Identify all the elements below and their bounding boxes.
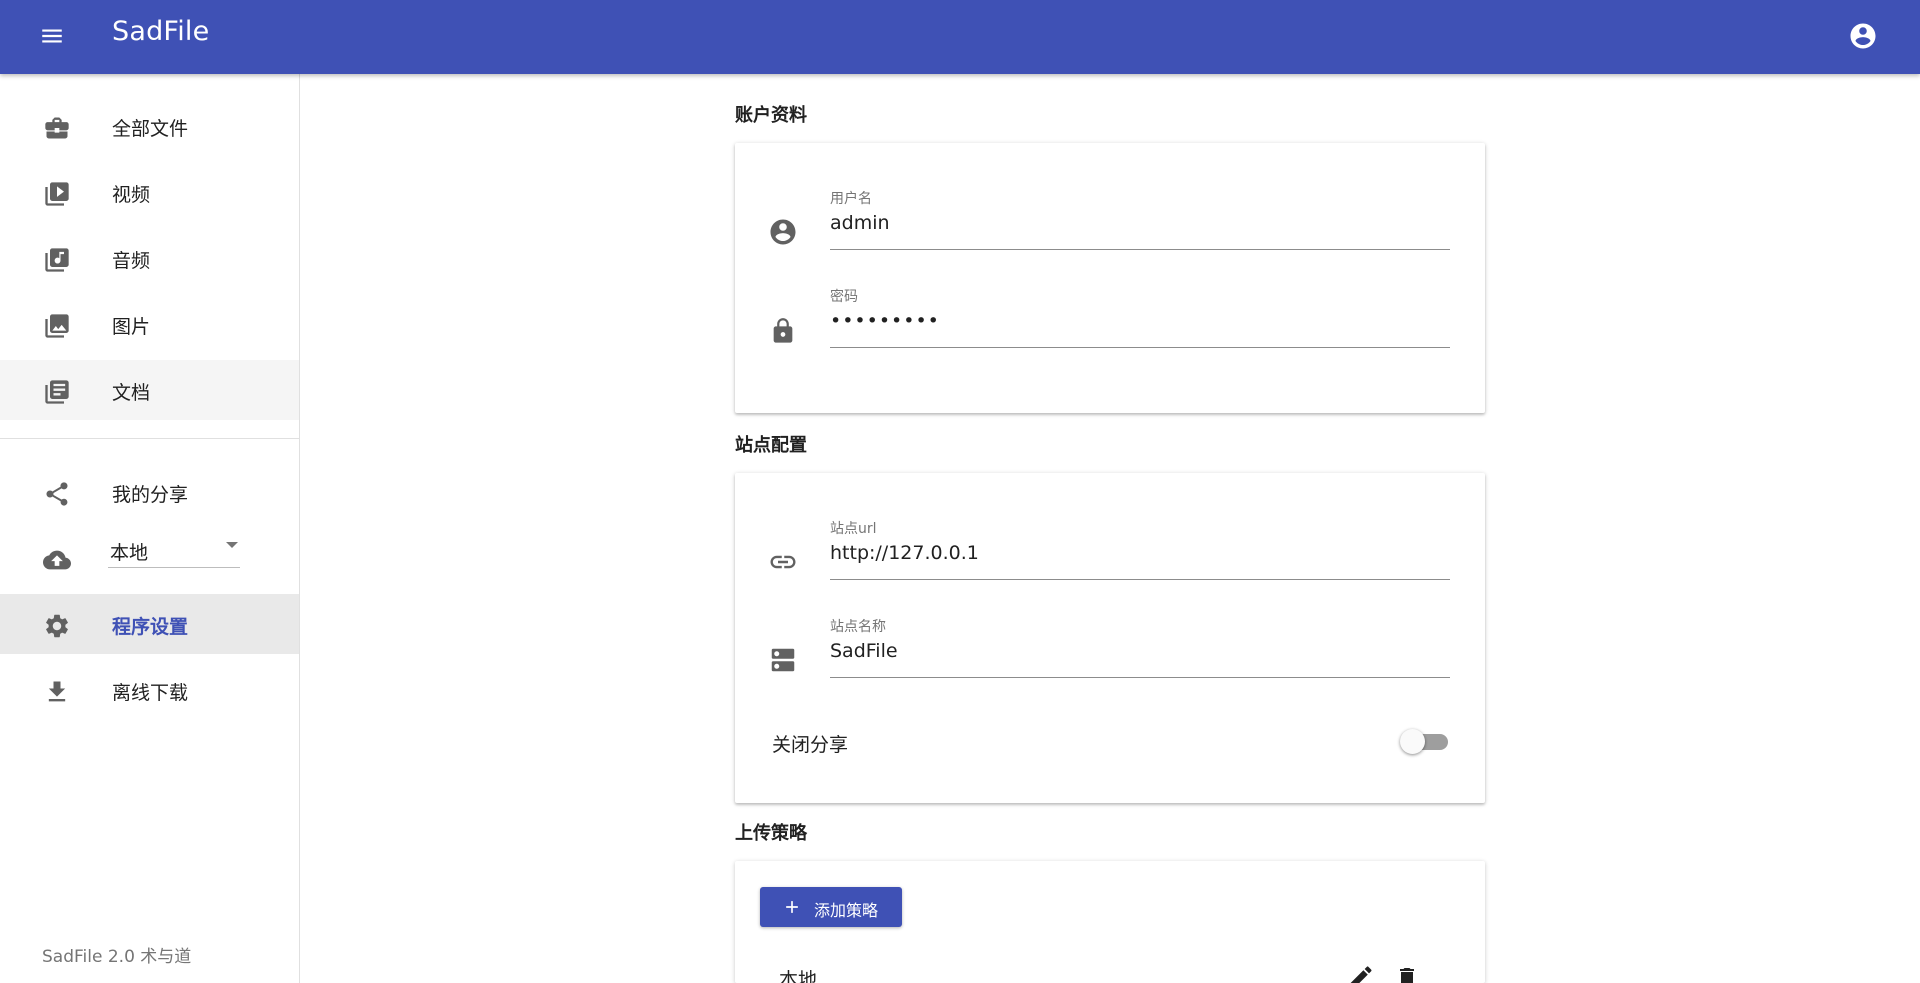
share-icon [43,480,71,508]
account-section-title: 账户资料 [735,105,807,126]
menu-icon [42,29,62,43]
site-url-value: http://127.0.0.1 [830,542,979,564]
username-label: 用户名 [830,191,872,207]
account-circle-icon [1850,23,1876,49]
sidebar-item-audio[interactable]: 音频 [0,228,299,288]
sidebar-item-label: 文档 [112,382,151,404]
site-url-label: 站点url [830,521,877,537]
sidebar-item-images[interactable]: 图片 [0,294,299,354]
plus-icon [786,901,798,913]
password-label: 密码 [830,289,858,305]
upload-section-title: 上传策略 [735,823,807,844]
storage-select[interactable]: 本地 [108,528,240,568]
toggle-thumb [1400,729,1425,754]
upload-card: 添加策略 本地 [735,861,1485,983]
document-library-icon [43,378,71,406]
disable-share-label: 关闭分享 [772,734,849,756]
sidebar-item-label: 音频 [112,250,151,272]
cloud-upload-icon [43,546,71,574]
account-card: 用户名 admin 密码 ••••••••• [735,143,1485,413]
music-library-icon [43,246,71,274]
lock-icon [768,316,798,346]
sidebar: 全部文件 视频 音频 图片 文档 我的分享 本地 程序设置 离线下载 SadFi… [0,74,300,983]
password-value: ••••••••• [830,310,940,332]
menu-button[interactable] [36,20,68,52]
caret-down-icon [226,542,238,548]
account-button[interactable] [1846,19,1880,53]
server-icon [768,645,798,675]
download-icon [43,678,71,706]
site-section-title: 站点配置 [735,435,807,456]
app-bar: SadFile [0,0,1920,74]
sidebar-item-label: 离线下载 [112,682,189,704]
sidebar-item-settings[interactable]: 程序设置 [0,594,299,654]
sidebar-item-label: 我的分享 [112,484,189,506]
sidebar-item-offline-download[interactable]: 离线下载 [0,660,299,720]
sidebar-item-label: 全部文件 [112,118,189,140]
sidebar-item-all-files[interactable]: 全部文件 [0,96,299,156]
username-value: admin [830,212,890,234]
username-field[interactable]: 用户名 admin [830,188,1450,250]
sidebar-item-documents[interactable]: 文档 [0,360,299,420]
password-field[interactable]: 密码 ••••••••• [830,286,1450,348]
site-name-field[interactable]: 站点名称 SadFile [830,616,1450,678]
account-circle-icon [768,217,798,247]
policy-name: 本地 [779,969,818,983]
edit-icon[interactable] [1347,963,1375,983]
sidebar-item-label: 视频 [112,184,151,206]
briefcase-icon [43,114,71,142]
sidebar-item-video[interactable]: 视频 [0,162,299,222]
sidebar-item-label: 程序设置 [112,616,189,638]
sidebar-divider [0,438,299,439]
storage-select-value: 本地 [110,542,149,564]
delete-icon[interactable] [1395,963,1419,983]
disable-share-toggle[interactable] [1400,729,1450,754]
video-library-icon [43,180,71,208]
site-name-label: 站点名称 [830,619,886,635]
app-version: SadFile 2.0 术与道 [42,947,192,967]
sidebar-item-my-shares[interactable]: 我的分享 [0,462,299,522]
add-policy-button[interactable]: 添加策略 [760,887,902,927]
site-card: 站点url http://127.0.0.1 站点名称 SadFile 关闭分享 [735,473,1485,803]
sidebar-item-label: 图片 [112,316,151,338]
add-policy-label: 添加策略 [814,901,879,920]
link-icon [768,547,798,577]
site-name-value: SadFile [830,640,898,662]
gear-icon [43,612,71,640]
photo-library-icon [43,312,71,340]
app-title: SadFile [112,16,210,47]
site-url-field[interactable]: 站点url http://127.0.0.1 [830,518,1450,580]
